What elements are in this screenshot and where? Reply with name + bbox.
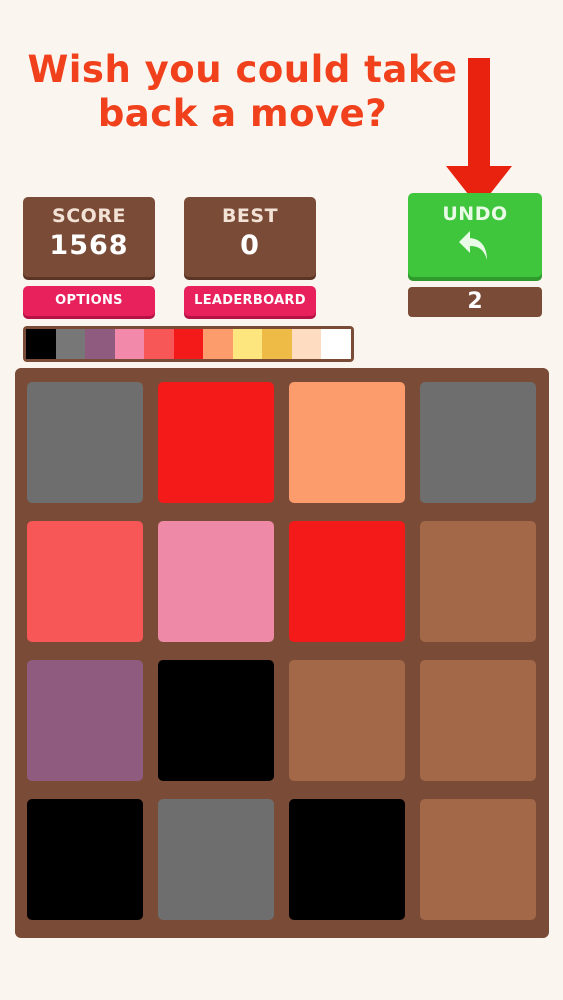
promo-line-2: back a move? — [97, 92, 388, 135]
palette-swatch — [144, 329, 174, 359]
undo-arrow-icon — [459, 231, 487, 260]
palette-swatch — [203, 329, 233, 359]
palette-swatch — [321, 329, 352, 359]
board-tile[interactable] — [289, 521, 405, 642]
board-tile[interactable] — [420, 799, 536, 920]
undo-label: UNDO — [442, 203, 508, 225]
game-board[interactable] — [15, 368, 549, 938]
palette-swatch — [262, 329, 292, 359]
best-value: 0 — [240, 230, 260, 261]
palette-swatch — [291, 329, 322, 359]
board-tile[interactable] — [158, 382, 274, 503]
board-tile[interactable] — [27, 799, 143, 920]
board-tile[interactable] — [158, 799, 274, 920]
best-label: BEST — [221, 205, 279, 227]
score-value: 1568 — [49, 230, 129, 261]
down-arrow-icon — [446, 58, 512, 208]
palette-swatch — [55, 329, 86, 359]
options-button[interactable]: OPTIONS — [23, 286, 155, 316]
color-palette — [23, 326, 354, 362]
palette-swatch — [173, 329, 204, 359]
board-tile[interactable] — [289, 799, 405, 920]
board-tile[interactable] — [420, 660, 536, 781]
promo-line-1: Wish you could take — [27, 48, 458, 91]
board-tile[interactable] — [27, 521, 143, 642]
undo-button[interactable]: UNDO — [408, 193, 542, 277]
score-label: SCORE — [52, 205, 126, 227]
palette-swatch — [232, 329, 263, 359]
undo-count: 2 — [408, 287, 542, 317]
board-tile[interactable] — [158, 660, 274, 781]
board-tile[interactable] — [289, 382, 405, 503]
palette-swatch — [85, 329, 115, 359]
palette-swatch — [114, 329, 145, 359]
board-tile[interactable] — [27, 660, 143, 781]
best-box: BEST 0 — [184, 197, 316, 277]
board-tile[interactable] — [420, 382, 536, 503]
promo-headline: Wish you could take back a move? — [0, 48, 485, 136]
board-tile[interactable] — [420, 521, 536, 642]
palette-swatch — [26, 329, 56, 359]
board-tile[interactable] — [158, 521, 274, 642]
board-tile[interactable] — [289, 660, 405, 781]
board-tile[interactable] — [27, 382, 143, 503]
score-box: SCORE 1568 — [23, 197, 155, 277]
leaderboard-button[interactable]: LEADERBOARD — [184, 286, 316, 316]
